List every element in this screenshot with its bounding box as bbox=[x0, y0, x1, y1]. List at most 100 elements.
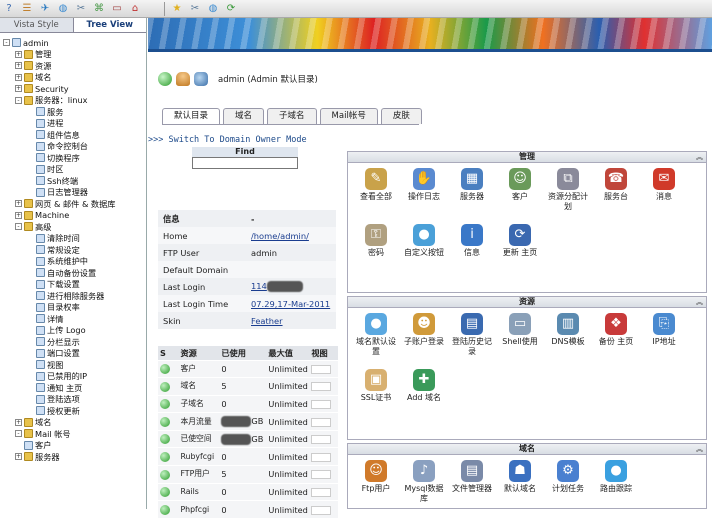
expand-icon[interactable]: + bbox=[15, 85, 22, 92]
panel-item[interactable]: ✋ 操作日志 bbox=[402, 168, 446, 202]
expand-icon[interactable]: + bbox=[15, 453, 22, 460]
collapse-icon[interactable]: - bbox=[3, 39, 10, 46]
panel-item[interactable]: ☻ 子账户登录 bbox=[402, 313, 446, 347]
collapse-icon[interactable]: ︽ bbox=[696, 444, 703, 454]
expand-icon[interactable]: + bbox=[15, 200, 22, 207]
panel-item[interactable]: i 信息 bbox=[450, 224, 494, 258]
card-icon[interactable]: ▭ bbox=[109, 1, 125, 17]
tree-node[interactable]: 登陆选项 bbox=[27, 394, 80, 405]
info-value-link[interactable]: 07.29,17-Mar-2011 bbox=[251, 299, 330, 309]
panel-item[interactable]: ▥ DNS模板 bbox=[546, 313, 590, 347]
collapse-icon[interactable]: - bbox=[15, 430, 22, 437]
tree-node[interactable]: + 域名 bbox=[15, 417, 51, 428]
tree-node[interactable]: 详情 bbox=[27, 313, 63, 324]
tree-node[interactable]: + 资源 bbox=[15, 60, 51, 71]
panel-item[interactable]: ♪ Mysql数据库 bbox=[402, 460, 446, 504]
collapse-icon[interactable]: - bbox=[15, 223, 22, 230]
tree-node[interactable]: 已禁用的IP bbox=[27, 371, 87, 382]
net-icon[interactable]: ⌘ bbox=[91, 1, 107, 17]
panel-item[interactable]: ● 路由跟踪 bbox=[594, 460, 638, 494]
home-icon[interactable]: ⌂ bbox=[127, 1, 143, 17]
collapse-icon[interactable]: ︽ bbox=[696, 152, 703, 162]
tools-icon[interactable]: ✂ bbox=[187, 1, 203, 17]
tree-node[interactable]: 进行相除服务器 bbox=[27, 290, 104, 301]
tree-node[interactable]: + 管理 bbox=[15, 49, 51, 60]
star-icon[interactable]: ★ bbox=[169, 1, 185, 17]
info-value-link[interactable]: /home/admin/ bbox=[251, 231, 309, 241]
panel-item[interactable]: ⟳ 更新 主页 bbox=[498, 224, 542, 258]
tree-node[interactable]: 常规设定 bbox=[27, 244, 80, 255]
switch-domain-owner-link[interactable]: >>> Switch To Domain Owner Mode bbox=[148, 135, 307, 145]
tree-node[interactable]: 时区 bbox=[27, 164, 63, 175]
expand-icon[interactable]: + bbox=[15, 73, 22, 81]
bird-icon[interactable]: ✈ bbox=[37, 1, 53, 17]
tree-node[interactable]: 分栏显示 bbox=[27, 336, 80, 347]
tab-vista-style[interactable]: Vista Style bbox=[0, 18, 73, 32]
tab-subdomains[interactable]: 子域名 bbox=[267, 108, 317, 124]
tree-node[interactable]: 命令控制台 bbox=[27, 141, 88, 152]
panel-item[interactable]: ✚ Add 域名 bbox=[402, 369, 446, 403]
expand-icon[interactable]: + bbox=[15, 418, 22, 426]
tree-node[interactable]: 端口设置 bbox=[27, 348, 80, 359]
panel-item[interactable]: ▣ SSL证书 bbox=[354, 369, 398, 403]
tree-node[interactable]: 自动备份设置 bbox=[27, 267, 96, 278]
tree-node[interactable]: 目录权率 bbox=[27, 302, 80, 313]
tree-node[interactable]: + 网页 & 邮件 & 数据库 bbox=[15, 198, 116, 209]
tools-icon[interactable]: ✂ bbox=[73, 1, 89, 17]
tree-node[interactable]: 下载设置 bbox=[27, 279, 80, 290]
panel-item[interactable]: ☗ 默认域名 bbox=[498, 460, 542, 494]
tree-node[interactable]: 通知 主页 bbox=[27, 382, 82, 393]
collapse-icon[interactable]: - bbox=[15, 96, 22, 104]
tree-node[interactable]: 组件信息 bbox=[27, 129, 80, 140]
tab-domains[interactable]: 域名 bbox=[223, 108, 265, 124]
tree-node[interactable]: - admin bbox=[3, 37, 49, 48]
panel-item[interactable]: ▤ 文件管理器 bbox=[450, 460, 494, 494]
expand-icon[interactable]: + bbox=[15, 211, 22, 219]
panel-item[interactable]: ⚿ 密码 bbox=[354, 224, 398, 258]
find-input[interactable] bbox=[192, 157, 298, 169]
panel-item[interactable]: ⧉ 资源分配计划 bbox=[546, 168, 590, 212]
tree-node[interactable]: 客户 bbox=[15, 440, 51, 451]
tree-node[interactable]: + 域名 bbox=[15, 72, 51, 83]
expand-icon[interactable]: + bbox=[15, 62, 22, 69]
tree-node[interactable]: 视图 bbox=[27, 359, 63, 370]
panel-item[interactable]: ✉ 消息 bbox=[642, 168, 686, 202]
help-icon[interactable]: ? bbox=[1, 1, 17, 17]
globe-icon[interactable]: ◍ bbox=[55, 1, 71, 17]
info-value-link[interactable]: Feather bbox=[251, 316, 283, 326]
panel-item[interactable]: ☺ Ftp用户 bbox=[354, 460, 398, 494]
panel-item[interactable]: ❖ 备份 主页 bbox=[594, 313, 638, 347]
refresh-icon[interactable]: ⟳ bbox=[223, 1, 239, 17]
panel-item[interactable]: ⚙ 计划任务 bbox=[546, 460, 590, 494]
tab-mail-accounts[interactable]: Mail帐号 bbox=[319, 108, 378, 124]
tree-node[interactable]: Ssh终端 bbox=[27, 175, 78, 186]
tree-node[interactable]: - Mail 帐号 bbox=[15, 428, 71, 439]
panel-item[interactable]: ⎘ IP地址 bbox=[642, 313, 686, 347]
tree-node[interactable]: 授权更新 bbox=[27, 405, 80, 416]
tree-node[interactable]: 上传 Logo bbox=[27, 325, 86, 336]
tab-skin[interactable]: 皮肤 bbox=[380, 108, 422, 124]
tree-node[interactable]: + Machine bbox=[15, 210, 69, 221]
tree-node[interactable]: 清除时间 bbox=[27, 233, 80, 244]
panel-item[interactable]: ● 自定义按钮 bbox=[402, 224, 446, 258]
tree-node[interactable]: - 高级 bbox=[15, 221, 51, 232]
tree-node[interactable]: 服务 bbox=[27, 106, 63, 117]
panel-item[interactable]: ▭ Shell使用 bbox=[498, 313, 542, 347]
tab-tree-view[interactable]: Tree View bbox=[72, 18, 146, 32]
tree-node[interactable]: + Security bbox=[15, 83, 69, 94]
tree-node[interactable]: - 服务器：linux bbox=[15, 95, 88, 106]
expand-icon[interactable]: + bbox=[15, 50, 22, 58]
tree-node[interactable]: 日志管理器 bbox=[27, 187, 88, 198]
info-value-link[interactable]: 114 bbox=[251, 281, 267, 291]
panel-item[interactable]: ✎ 查看全部 bbox=[354, 168, 398, 202]
tree-node[interactable]: + 服务器 bbox=[15, 451, 60, 462]
globe-icon[interactable]: ◍ bbox=[205, 1, 221, 17]
tree-node[interactable]: 系统维护中 bbox=[27, 256, 88, 267]
panel-item[interactable]: ▤ 登陆历史记录 bbox=[450, 313, 494, 357]
panel-item[interactable]: ● 域名默认设置 bbox=[354, 313, 398, 357]
collapse-icon[interactable]: ︽ bbox=[696, 297, 703, 307]
panel-item[interactable]: ☎ 服务台 bbox=[594, 168, 638, 202]
panel-item[interactable]: ▦ 服务器 bbox=[450, 168, 494, 202]
tree-node[interactable]: 切换程序 bbox=[27, 152, 80, 163]
bookmark-icon[interactable]: ☰ bbox=[19, 1, 35, 17]
